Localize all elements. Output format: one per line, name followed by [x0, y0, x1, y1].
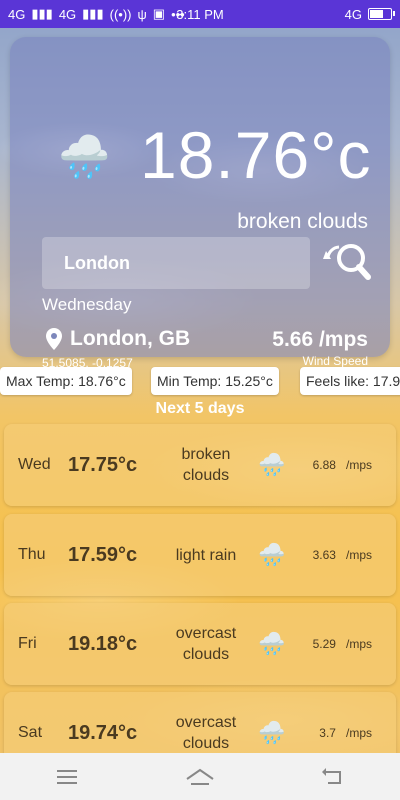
feels-like-chip: Feels like: 17.96°c	[300, 367, 400, 395]
more-icon: •••	[171, 6, 185, 22]
forecast-wind-value: 6.88	[312, 458, 336, 472]
forecast-wind-value: 3.63	[312, 548, 336, 562]
forecast-temp: 19.18°c	[68, 632, 138, 655]
forecast-desc: light rain	[175, 546, 237, 564]
forecast-row[interactable]: Thu 17.59°c light rain 🌧️ 3.63 /mps	[4, 514, 396, 596]
current-description: broken clouds	[237, 210, 368, 233]
rain-cloud-icon: 🌧️	[258, 631, 286, 656]
forecast-wind: 3.63 /mps	[313, 514, 372, 596]
forecast-wind-value: 3.7	[319, 726, 336, 740]
status-bar: 4G ▮▮▮ 4G ▮▮▮ ((•)) ψ ▣ ••• 3:11 PM 4G	[0, 0, 400, 28]
usb-icon: ψ	[137, 6, 147, 22]
rain-cloud-icon: 🌧️	[258, 452, 286, 477]
location-name: London, GB	[70, 327, 191, 350]
forecast-wind: 5.29 /mps	[313, 603, 372, 685]
signal-icon: ▮▮▮	[31, 6, 53, 21]
current-temperature: 18.76°c	[140, 118, 372, 192]
notification-icon: ▣	[152, 6, 166, 21]
forecast-day: Fri	[18, 635, 37, 652]
location-pin-icon	[46, 328, 62, 350]
rain-cloud-icon: 🌧️	[258, 542, 286, 567]
menu-icon	[56, 769, 77, 784]
current-day: Wednesday	[42, 295, 132, 314]
status-right: 4G	[344, 6, 395, 22]
navigation-bar	[0, 753, 400, 800]
search-icon	[323, 244, 371, 280]
forecast-wind-unit: /mps	[345, 637, 372, 651]
search-button[interactable]	[322, 237, 372, 287]
home-button[interactable]	[180, 762, 220, 792]
forecast-wind-value: 5.29	[312, 637, 336, 651]
forecast-desc: overcast clouds	[175, 625, 237, 663]
forecast-title: Next 5 days	[155, 400, 245, 417]
forecast-day: Thu	[18, 546, 46, 563]
network-label-2: 4G	[58, 6, 77, 22]
forecast-wind-unit: /mps	[345, 548, 372, 562]
battery-level	[370, 10, 384, 18]
hotspot-icon: ((•))	[109, 6, 132, 22]
forecast-wind-unit: /mps	[345, 458, 372, 472]
forecast-row[interactable]: Fri 19.18°c overcast clouds 🌧️ 5.29 /mps	[4, 603, 396, 685]
location-row: London, GB	[46, 327, 190, 351]
min-temp-chip: Min Temp: 15.25°c	[151, 367, 279, 395]
city-search-input[interactable]	[42, 237, 310, 289]
forecast-row[interactable]: Wed 17.75°c broken clouds 🌧️ 6.88 /mps	[4, 424, 396, 506]
forecast-desc: broken clouds	[181, 446, 231, 484]
menu-button[interactable]	[47, 762, 87, 792]
signal-icon: ▮▮▮	[82, 6, 104, 21]
wind-speed-value: 5.66 /mps	[272, 328, 368, 351]
back-button[interactable]	[313, 762, 353, 792]
network-label-right: 4G	[344, 6, 362, 22]
forecast-wind: 6.88 /mps	[313, 424, 372, 506]
battery-icon	[368, 8, 395, 20]
status-left: 4G ▮▮▮ 4G ▮▮▮ ((•)) ψ ▣ •••	[8, 6, 185, 22]
wind-speed-label: Wind Speed	[302, 354, 368, 368]
back-icon	[322, 767, 342, 784]
current-weather-card: 🌧️ 18.76°c broken clouds Wednesday Londo…	[10, 37, 390, 370]
home-icon	[186, 768, 214, 785]
forecast-wind-unit: /mps	[345, 726, 372, 740]
max-temp-chip: Max Temp: 18.76°c	[0, 367, 132, 395]
forecast-temp: 17.59°c	[68, 543, 138, 566]
forecast-day: Wed	[18, 456, 51, 473]
network-label-1: 4G	[8, 6, 26, 22]
forecast-temp: 17.75°c	[68, 453, 138, 476]
rain-cloud-icon: 🌧️	[58, 133, 111, 180]
